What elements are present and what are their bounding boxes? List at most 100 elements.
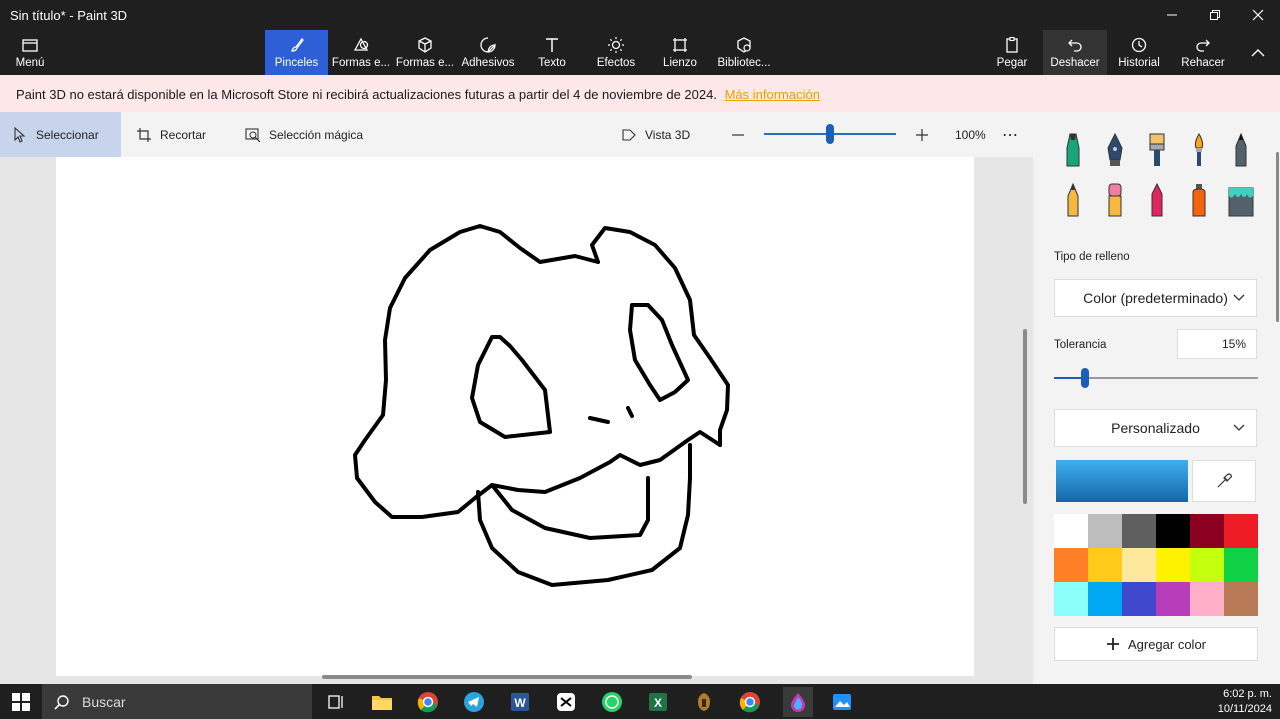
text-icon [546,38,558,52]
current-color-swatch[interactable] [1056,460,1188,502]
tab-2d-shapes[interactable]: Formas e... [330,30,392,75]
spray-can-brush[interactable] [1181,180,1217,220]
palette-color-swatch[interactable] [1088,514,1122,548]
view-3d-button[interactable]: Vista 3D [609,112,702,157]
start-button[interactable] [8,689,34,715]
tab-text[interactable]: Texto [530,30,574,75]
minimize-button[interactable] [1152,0,1192,30]
zoom-out-button[interactable] [718,112,758,157]
palette-color-swatch[interactable] [1122,548,1156,582]
vertical-scrollbar[interactable] [1023,329,1027,504]
game-icon[interactable] [691,689,717,715]
fill-type-label: Tipo de relleno [1054,251,1130,263]
palette-color-swatch[interactable] [1190,514,1224,548]
menu-button[interactable]: Menú [8,30,52,75]
add-color-button[interactable]: Agregar color [1054,627,1258,661]
capcut-icon[interactable] [553,689,579,715]
tab-brushes[interactable]: Pinceles [265,30,328,75]
select-button[interactable]: Seleccionar [0,112,121,157]
magic-select-button[interactable]: Selección mágica [233,112,375,157]
close-icon [1252,9,1264,21]
ribbon: Menú Pinceles Formas e... Formas e... Ad… [0,30,1280,75]
notification-bar: Paint 3D no estará disponible en la Micr… [0,75,1280,112]
undo-button[interactable]: Deshacer [1043,30,1107,75]
color-palette [1054,514,1258,616]
paint-3d-taskbar-icon[interactable] [783,687,813,717]
collapse-ribbon-button[interactable] [1244,30,1272,75]
palette-color-swatch[interactable] [1054,514,1088,548]
close-button[interactable] [1238,0,1278,30]
file-explorer-icon[interactable] [369,689,395,715]
history-button[interactable]: Historial [1112,30,1166,75]
pencil-brush[interactable] [1055,180,1091,220]
tolerance-slider[interactable] [1054,368,1258,388]
eyedropper-button[interactable] [1192,460,1256,502]
fill-type-dropdown[interactable]: Color (predeterminado) [1054,279,1257,317]
crop-icon [137,127,151,142]
crop-button[interactable]: Recortar [124,112,218,157]
pixel-pen-brush[interactable] [1223,130,1259,170]
excel-icon[interactable]: X [645,689,671,715]
palette-color-swatch[interactable] [1156,514,1190,548]
word-icon[interactable]: W [507,689,533,715]
more-info-link[interactable]: Más información [725,87,820,102]
maximize-button[interactable] [1195,0,1235,30]
cube-icon [418,37,432,53]
zoom-slider-thumb[interactable] [826,124,834,144]
paste-icon [1006,36,1018,53]
tab-effects[interactable]: Efectos [594,30,638,75]
taskbar: Buscar W X 6:02 p. m. 10/11/2024 [0,684,1280,719]
whatsapp-icon[interactable] [599,689,625,715]
sticker-icon [480,37,496,53]
tolerance-input[interactable]: 15% [1177,329,1257,359]
eraser-brush[interactable] [1097,180,1133,220]
photos-icon[interactable] [829,689,855,715]
palette-color-swatch[interactable] [1054,582,1088,616]
taskbar-search[interactable]: Buscar [42,684,312,719]
palette-color-swatch[interactable] [1224,582,1258,616]
tab-canvas[interactable]: Lienzo [658,30,702,75]
watercolor-brush[interactable] [1181,130,1217,170]
fill-icon [1228,187,1254,217]
custom-dropdown[interactable]: Personalizado [1054,409,1257,447]
panel-scrollbar[interactable] [1276,152,1279,322]
zoom-in-button[interactable] [902,112,942,157]
tab-3d-shapes[interactable]: Formas e... [394,30,456,75]
palette-color-swatch[interactable] [1054,548,1088,582]
fill-bucket-brush[interactable] [1223,180,1259,220]
tolerance-label: Tolerancia [1054,339,1107,351]
palette-color-swatch[interactable] [1156,548,1190,582]
tab-library[interactable]: Bibliotec... [714,30,774,75]
calligraphy-pen-brush[interactable] [1097,130,1133,170]
more-options-button[interactable]: ⋯ [990,112,1030,157]
telegram-icon[interactable] [461,689,487,715]
tolerance-slider-thumb[interactable] [1080,368,1089,388]
paste-button[interactable]: Pegar [990,30,1034,75]
system-clock[interactable]: 6:02 p. m. 10/11/2024 [1218,687,1272,717]
redo-button[interactable]: Rehacer [1178,30,1228,75]
chevron-up-icon [1251,49,1265,57]
chrome-profile-icon[interactable] [737,689,763,715]
eyedropper-icon [1217,473,1232,488]
drawing-canvas[interactable] [56,157,974,676]
search-icon [54,694,69,710]
zoom-slider[interactable] [764,112,896,157]
chrome-icon[interactable] [415,689,441,715]
tab-stickers[interactable]: Adhesivos [460,30,516,75]
palette-color-swatch[interactable] [1224,514,1258,548]
palette-color-swatch[interactable] [1156,582,1190,616]
horizontal-scrollbar[interactable] [322,675,692,679]
marker-brush[interactable] [1055,130,1091,170]
task-view-icon[interactable] [323,689,349,715]
palette-color-swatch[interactable] [1088,582,1122,616]
crayon-brush[interactable] [1139,180,1175,220]
eraser-icon [1108,183,1122,217]
flat-brush-icon [1149,133,1165,166]
palette-color-swatch[interactable] [1224,548,1258,582]
oil-brush[interactable] [1139,130,1175,170]
palette-color-swatch[interactable] [1190,582,1224,616]
palette-color-swatch[interactable] [1088,548,1122,582]
palette-color-swatch[interactable] [1122,514,1156,548]
palette-color-swatch[interactable] [1122,582,1156,616]
palette-color-swatch[interactable] [1190,548,1224,582]
